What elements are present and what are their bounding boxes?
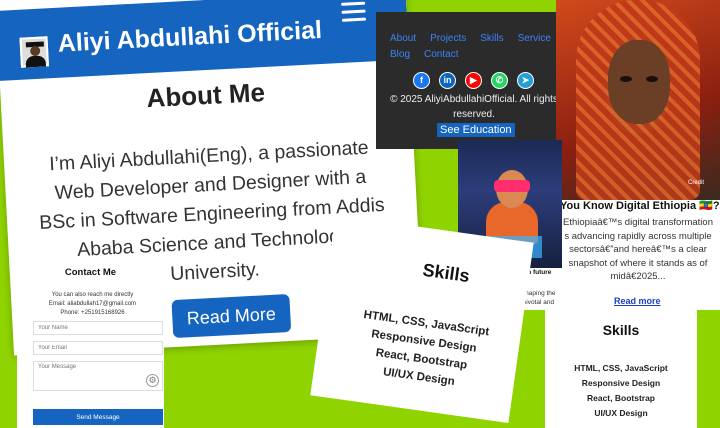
blog-title: You Know Digital Ethiopia 🇪🇹?	[560, 200, 720, 212]
hamburger-menu-icon[interactable]	[341, 1, 367, 27]
name-field[interactable]	[33, 321, 163, 335]
email-field[interactable]	[33, 341, 163, 355]
skill-item: React, Bootstrap	[586, 393, 655, 403]
blog-excerpt: Ethiopiaâ€™s digital transformation s ad…	[563, 217, 713, 282]
footer-link-service[interactable]: Service	[518, 33, 551, 44]
logo-avatar[interactable]	[19, 36, 50, 68]
footer-link-contact[interactable]: Contact	[424, 49, 458, 60]
skills-list: HTML, CSS, JavaScript Responsive Design …	[333, 303, 511, 398]
see-education-button[interactable]: See Education	[437, 123, 515, 137]
contact-heading: Contact Me	[64, 267, 117, 278]
contact-card: Contact Me You can also reach me directl…	[17, 265, 164, 428]
skill-item: UI/UX Design	[594, 408, 648, 418]
contact-intro: You can also reach me directly	[51, 292, 134, 298]
skill-item: Responsive Design	[581, 378, 661, 388]
linkedin-icon[interactable]: in	[439, 72, 456, 89]
footer-link-about[interactable]: About	[390, 33, 416, 44]
skills-card-tilted: Skills HTML, CSS, JavaScript Responsive …	[310, 214, 534, 424]
youtube-icon[interactable]: ▶	[465, 72, 482, 89]
skills-card: Skills HTML, CSS, JavaScript Responsive …	[545, 310, 697, 428]
whatsapp-icon[interactable]: ✆	[491, 72, 508, 89]
blog-image-portrait: Credit	[556, 0, 720, 200]
footer-link-blog[interactable]: Blog	[390, 49, 410, 60]
contact-info: You can also reach me directly Email: al…	[25, 291, 160, 318]
skills-heading: Skills	[421, 259, 471, 287]
send-message-button[interactable]: Send Message	[33, 409, 163, 425]
footer-card: About Projects Skills Service Blog Contact f…	[376, 12, 576, 149]
footer-nav: About Projects Skills Service Blog Contact	[390, 31, 576, 63]
facebook-icon[interactable]: f	[413, 72, 430, 89]
social-links: f in ▶ ✆ ➤	[413, 72, 534, 89]
telegram-icon[interactable]: ➤	[517, 72, 534, 89]
skills-heading: Skills	[602, 322, 640, 338]
copyright-text: © 2025 AliyiAbdullahiOfficial. All right…	[390, 94, 558, 120]
gear-icon[interactable]: ⚙	[146, 374, 159, 387]
image-credit: Credit	[688, 180, 705, 186]
contact-phone: Phone: +251915168926	[60, 310, 125, 316]
message-field[interactable]	[33, 361, 163, 391]
blog-card-digital-ethiopia: Credit You Know Digital Ethiopia 🇪🇹? Eth…	[556, 0, 720, 310]
footer-link-skills[interactable]: Skills	[480, 33, 503, 44]
skill-item: HTML, CSS, JavaScript	[574, 363, 668, 373]
contact-email: Email: aliabdullah17@gmail.com	[48, 301, 137, 307]
read-more-link[interactable]: Read more	[614, 296, 661, 306]
footer-link-projects[interactable]: Projects	[430, 33, 466, 44]
read-more-button[interactable]: Read More	[171, 293, 292, 339]
skills-list: HTML, CSS, JavaScript Responsive Design …	[545, 361, 697, 421]
